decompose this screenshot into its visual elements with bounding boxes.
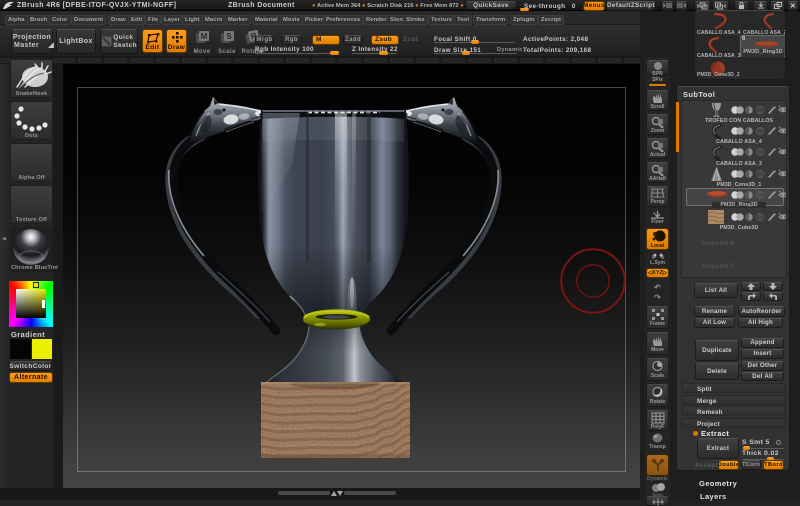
- svg-text:S: S: [226, 32, 232, 41]
- svg-text:M: M: [200, 32, 207, 41]
- svg-text:▲: ▲: [652, 211, 656, 215]
